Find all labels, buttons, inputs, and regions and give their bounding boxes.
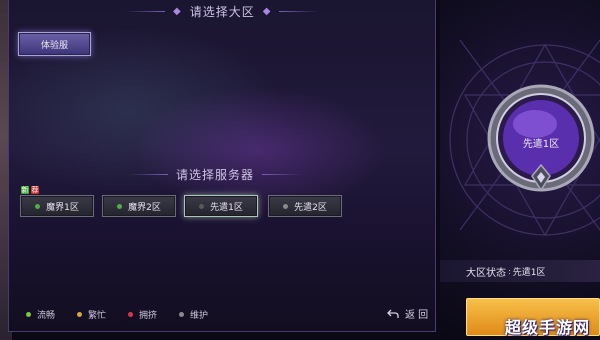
status-separator-icon: : bbox=[508, 267, 511, 276]
recommended-tag: 荐 bbox=[31, 186, 39, 194]
status-dot-icon bbox=[77, 312, 83, 317]
header-line-right bbox=[262, 174, 303, 175]
return-arrow-icon bbox=[387, 309, 399, 318]
watermark-text: 超级手游网 bbox=[505, 318, 591, 337]
server-button-mojie-2[interactable]: 魔界2区 bbox=[102, 195, 176, 217]
header-ornament-icon: ◆ bbox=[173, 6, 182, 17]
new-tag: 新 bbox=[21, 186, 29, 194]
server-status-legend: 流畅 繁忙 拥挤 维护 bbox=[26, 308, 208, 321]
header-line-left bbox=[128, 174, 168, 175]
legend-label: 维护 bbox=[190, 311, 209, 321]
server-button-xianqian-2[interactable]: 先遣2区 bbox=[268, 195, 342, 217]
region-header-label: 请选择大区 bbox=[189, 5, 255, 19]
status-dot-icon bbox=[199, 203, 205, 209]
server-header: 请选择服务器 bbox=[128, 166, 303, 183]
status-dot-icon bbox=[26, 312, 31, 317]
server-button-xianqian-1[interactable]: 先遣1区 bbox=[184, 195, 258, 217]
region-header: ◆ 请选择大区 ◆ bbox=[125, 3, 320, 20]
legend-label: 繁忙 bbox=[88, 311, 107, 321]
status-dot-icon bbox=[179, 312, 185, 317]
status-label: 大区状态 bbox=[466, 268, 506, 279]
header-ornament-icon: ◆ bbox=[262, 6, 272, 17]
legend-label: 拥挤 bbox=[139, 311, 158, 321]
legend-item-busy: 繁忙 bbox=[77, 308, 106, 321]
region-status: 大区状态 : 先遣1区 bbox=[466, 264, 545, 279]
status-dot-icon bbox=[35, 203, 41, 209]
server-header-label: 请选择服务器 bbox=[176, 168, 255, 182]
status-dot-icon bbox=[117, 203, 123, 209]
server-button-mojie-1[interactable]: 魔界1区 bbox=[20, 195, 94, 217]
back-label: 返 回 bbox=[405, 310, 429, 321]
header-line-right bbox=[279, 11, 320, 12]
status-dot-icon bbox=[283, 203, 289, 209]
server-label: 先遣2区 bbox=[294, 202, 327, 213]
magic-circle-icon bbox=[449, 39, 600, 237]
server-orb-panel bbox=[440, 0, 600, 340]
server-label: 魔界1区 bbox=[46, 202, 79, 213]
region-button-trial[interactable]: 体验服 bbox=[18, 32, 91, 56]
legend-item-smooth: 流畅 bbox=[26, 308, 55, 321]
legend-item-crowded: 拥挤 bbox=[128, 308, 157, 321]
server-label: 魔界2区 bbox=[128, 202, 161, 213]
legend-item-maintenance: 维护 bbox=[179, 308, 208, 321]
back-button[interactable]: 返 回 bbox=[387, 306, 428, 321]
legend-label: 流畅 bbox=[37, 311, 56, 321]
server-label: 先遣1区 bbox=[210, 202, 243, 213]
status-value: 先遣1区 bbox=[512, 268, 546, 278]
orb-server-label: 先遣1区 bbox=[522, 139, 560, 150]
header-line-left bbox=[125, 11, 165, 12]
status-dot-icon bbox=[128, 312, 134, 317]
